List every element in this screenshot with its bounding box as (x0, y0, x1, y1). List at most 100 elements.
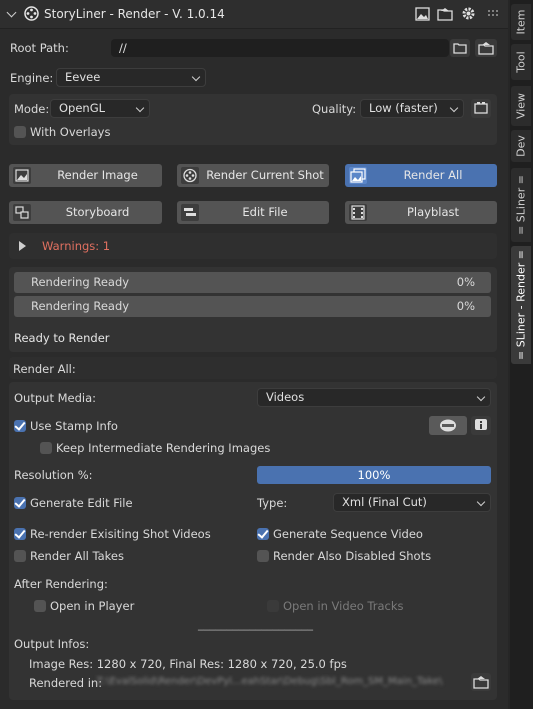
generate-sequence-checkbox[interactable] (257, 528, 269, 540)
tab-sliner-label: = SLiner = (514, 175, 528, 235)
render-all-icon (349, 167, 367, 184)
type-label: Type: (257, 496, 288, 510)
generate-edit-file-label: Generate Edit File (30, 496, 133, 510)
engine-dropdown[interactable]: Eevee (56, 68, 206, 87)
output-media-value: Videos (266, 390, 305, 404)
type-value: Xml (Final Cut) (342, 495, 427, 509)
tab-item-label: Item (514, 9, 528, 35)
storyboard-icon (13, 204, 31, 221)
folder-icon[interactable] (450, 39, 470, 57)
quality-label: Quality: (312, 102, 357, 116)
render-image-icon (13, 167, 31, 184)
rendered-in-path: Z:\EvalSolid\Render\DevPyl...eahStar\Deb… (96, 676, 443, 687)
progress-bar: Rendering Ready 0% (14, 296, 491, 317)
folder-home-icon[interactable] (437, 6, 453, 21)
keep-intermediate-label: Keep Intermediate Rendering Images (56, 441, 271, 455)
tab-sliner-render[interactable]: = SLiner - Render = (511, 246, 531, 364)
tab-sliner-render-label: = SLiner - Render = (514, 250, 528, 360)
warnings-label: Warnings: 1 (42, 239, 111, 253)
render-all-takes-label: Render All Takes (30, 549, 124, 563)
render-image-button[interactable]: Render Image (9, 164, 162, 187)
render-all-takes-checkbox[interactable] (14, 550, 26, 562)
edit-file-button[interactable]: Edit File (177, 201, 329, 224)
tab-dev[interactable]: Dev (511, 130, 531, 162)
generate-sequence-label: Generate Sequence Video (273, 527, 423, 541)
panel-header[interactable]: StoryLiner - Render - V. 1.0.14 (0, 0, 508, 29)
render-disabled-shots-checkbox[interactable] (257, 550, 269, 562)
tab-tool-label: Tool (514, 51, 528, 73)
gear-icon[interactable] (461, 6, 476, 21)
storyboard-label: Storyboard (65, 205, 130, 219)
root-path-label: Root Path: (10, 41, 69, 55)
film-reel-icon (181, 167, 199, 184)
quality-value: Low (faster) (369, 101, 438, 115)
expand-arrow-icon[interactable] (19, 241, 26, 251)
film-strip-icon (349, 204, 367, 221)
film-settings-icon[interactable] (471, 99, 491, 118)
edit-file-icon (181, 204, 199, 221)
after-rendering-label: After Rendering: (14, 577, 108, 591)
tab-dev-label: Dev (514, 135, 528, 157)
mode-value: OpenGL (59, 101, 106, 115)
with-overlays-checkbox[interactable] (14, 126, 26, 138)
keep-intermediate-checkbox[interactable] (40, 442, 52, 454)
status-text: Ready to Render (14, 331, 110, 345)
type-dropdown[interactable]: Xml (Final Cut) (333, 493, 491, 512)
info-icon[interactable] (471, 416, 491, 435)
rendered-in-label: Rendered in: (29, 676, 103, 690)
render-disabled-shots-label: Render Also Disabled Shots (273, 549, 432, 563)
open-in-video-tracks-label: Open in Video Tracks (283, 599, 404, 613)
quality-dropdown[interactable]: Low (faster) (360, 99, 464, 118)
use-stamp-info-checkbox[interactable] (14, 420, 26, 432)
separator: ____________________ (198, 617, 313, 631)
folder-open-icon[interactable] (471, 673, 491, 691)
mode-label: Mode: (14, 102, 50, 116)
progress-bar: Rendering Ready 0% (14, 272, 491, 293)
progress-percent: 0% (456, 275, 475, 289)
resolution-slider[interactable]: 100% (257, 466, 491, 484)
render-all-button[interactable]: Render All (345, 164, 497, 187)
use-stamp-info-label: Use Stamp Info (30, 419, 118, 433)
rerender-existing-label: Re-render Exisiting Shot Videos (30, 527, 211, 541)
root-path-input[interactable]: // (111, 39, 449, 57)
folder-open-icon[interactable] (475, 39, 497, 57)
output-infos-label: Output Infos: (14, 637, 90, 651)
open-in-video-tracks-checkbox[interactable] (267, 600, 279, 612)
render-image-label: Render Image (57, 168, 138, 182)
playblast-button[interactable]: Playblast (345, 201, 497, 224)
render-current-shot-button[interactable]: Render Current Shot (177, 164, 329, 187)
collapse-chevron-icon[interactable] (6, 7, 17, 18)
panel-title: StoryLiner - Render - V. 1.0.14 (44, 7, 225, 21)
image-icon[interactable] (415, 7, 430, 21)
tab-sliner[interactable]: = SLiner = (511, 168, 531, 242)
rerender-existing-checkbox[interactable] (14, 528, 26, 540)
progress-label: Rendering Ready (31, 275, 130, 289)
tab-view[interactable]: View (511, 86, 531, 126)
storyboard-button[interactable]: Storyboard (9, 201, 162, 224)
drag-handle-icon[interactable] (487, 9, 501, 19)
edit-file-label: Edit File (242, 205, 288, 219)
resolution-label: Resolution %: (14, 468, 93, 482)
output-media-dropdown[interactable]: Videos (257, 388, 491, 407)
tab-view-label: View (514, 92, 528, 120)
tab-item[interactable]: Item (511, 4, 531, 40)
render-all-label: Render All (403, 168, 463, 182)
engine-label: Engine: (10, 71, 54, 85)
render-current-shot-label: Render Current Shot (206, 168, 324, 182)
with-overlays-label: With Overlays (30, 125, 111, 139)
render-all-header (9, 357, 497, 379)
image-res-text: Image Res: 1280 x 720, Final Res: 1280 x… (29, 657, 347, 671)
render-panel: StoryLiner - Render - V. 1.0.14 Root Pat… (0, 0, 508, 709)
generate-edit-file-checkbox[interactable] (14, 497, 26, 509)
stamp-icon[interactable] (429, 416, 467, 435)
engine-value: Eevee (65, 70, 101, 84)
progress-percent: 0% (456, 299, 475, 313)
open-in-player-label: Open in Player (50, 599, 135, 613)
render-all-title: Render All: (13, 362, 76, 376)
playblast-label: Playblast (406, 205, 460, 219)
mode-dropdown[interactable]: OpenGL (50, 99, 150, 118)
film-reel-icon (24, 6, 39, 21)
open-in-player-checkbox[interactable] (34, 600, 46, 612)
tab-tool[interactable]: Tool (511, 44, 531, 80)
progress-label: Rendering Ready (31, 299, 130, 313)
